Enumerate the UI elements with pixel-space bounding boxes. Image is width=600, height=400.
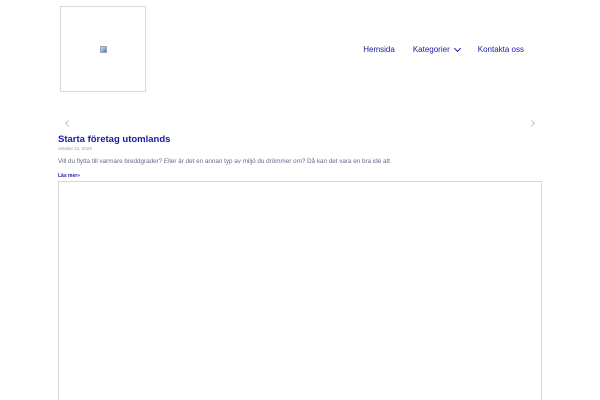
read-more-link[interactable]: Läs mer» [58, 173, 80, 179]
nav-item-hemsida[interactable]: Hemsida [363, 45, 395, 54]
chevron-left-icon[interactable] [64, 119, 73, 128]
nav-item-label: Kategorier [412, 45, 450, 54]
page: Hemsida Kategorier Kontakta oss Starta f… [0, 0, 600, 400]
post-title[interactable]: Starta företag utomlands [58, 134, 170, 145]
post-excerpt: Vill du flytta till varmare breddgrader?… [58, 158, 391, 165]
nav-item-kategorier[interactable]: Kategorier [412, 44, 461, 54]
post-date: oktober 21, 2023 [58, 146, 92, 151]
nav-item-label: Kontakta oss [477, 45, 524, 54]
content-frame [58, 181, 542, 400]
chevron-down-icon [453, 44, 461, 52]
nav-item-kontakta-oss[interactable]: Kontakta oss [478, 45, 524, 54]
nav-item-label: Hemsida [363, 45, 395, 54]
chevron-right-icon[interactable] [527, 119, 536, 128]
broken-image-icon [99, 45, 107, 53]
site-logo-link[interactable] [60, 6, 146, 92]
main-navigation: Hemsida Kategorier Kontakta oss [363, 44, 524, 54]
